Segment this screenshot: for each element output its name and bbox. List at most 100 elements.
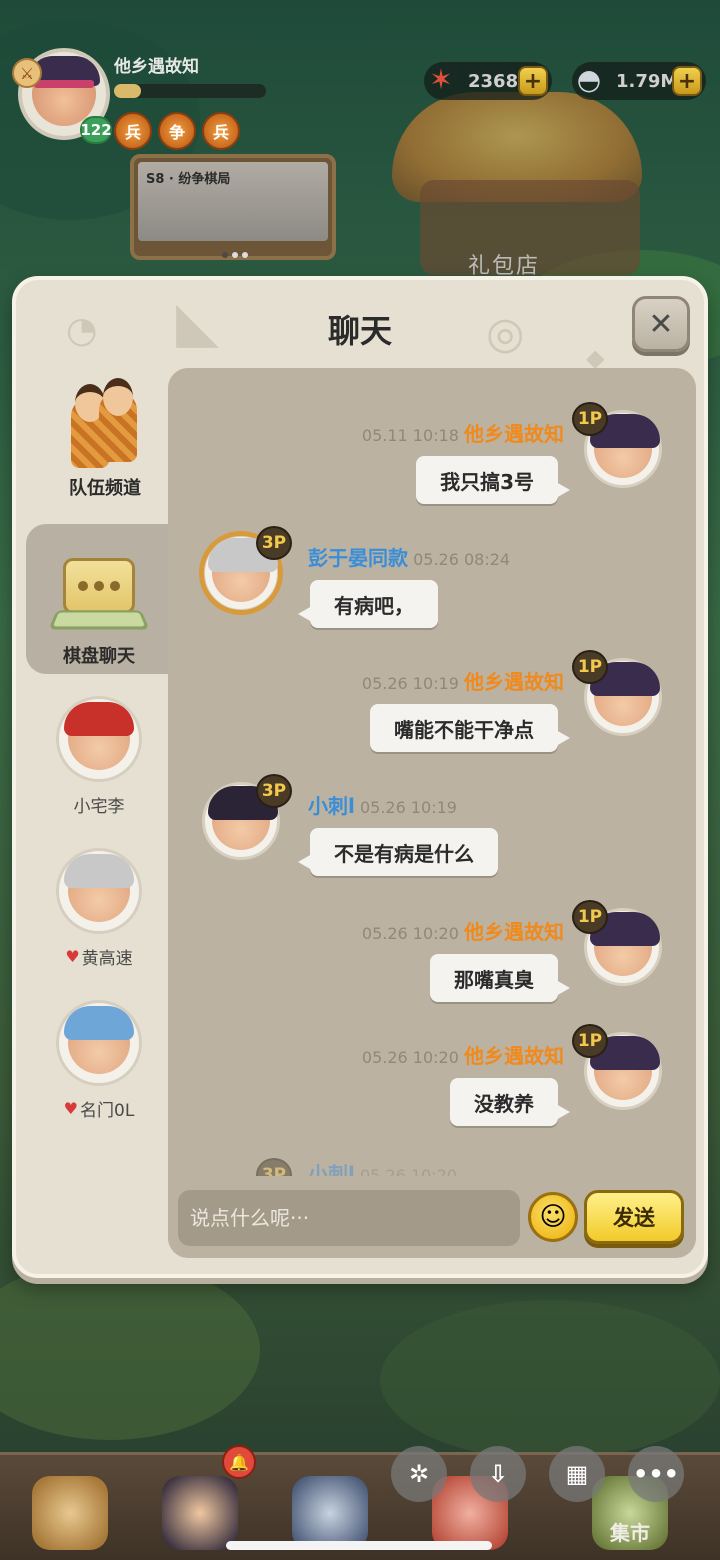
nav-item-creature[interactable]: [20, 1460, 120, 1550]
message-time: 05.26 10:20: [361, 924, 459, 943]
friend-item[interactable]: ♥ 黄高速: [40, 848, 158, 976]
friend-item[interactable]: ♥ 名门0L: [40, 1000, 158, 1128]
heart-icon: ♥: [63, 1099, 79, 1118]
message-meta: 05.26 10:20 他乡遇故知: [362, 916, 564, 945]
friend-face: [64, 1006, 134, 1074]
tab-board-label: 棋盘聊天: [63, 646, 135, 667]
creature-icon: [32, 1476, 108, 1550]
token-badge[interactable]: 争: [158, 112, 196, 150]
sparkle-icon: ✲: [408, 1460, 430, 1488]
message-meta: 小刺l 05.26 10:20: [308, 1158, 457, 1176]
chat-bubble-board-icon: [63, 558, 135, 614]
download-button[interactable]: ⇩: [470, 1446, 526, 1502]
message-time: 05.11 10:18: [361, 426, 459, 445]
market-label: 集市: [610, 1521, 650, 1545]
friend-item[interactable]: 小宅李: [40, 696, 158, 824]
message-row: 05.26 10:19 他乡遇故知 1P 嘴能不能干净点: [168, 650, 696, 782]
message-time: 05.26 08:24: [413, 550, 511, 569]
friend-face: [64, 702, 134, 770]
player-level-badge: 122: [80, 116, 112, 144]
emoji-button[interactable]: ☺: [528, 1192, 578, 1242]
message-meta: 小刺l 05.26 10:19: [308, 790, 457, 819]
tab-board-chat[interactable]: 棋盘聊天: [26, 524, 172, 674]
message-sender: 他乡遇故知: [464, 1044, 564, 1068]
grid-menu-button[interactable]: ▦: [549, 1446, 605, 1502]
rank-badge: 3P: [256, 1158, 292, 1176]
message-meta: 05.26 10:19 他乡遇故知: [362, 666, 564, 695]
friend-face: [64, 854, 134, 922]
message-meta: 05.26 10:20 他乡遇故知: [362, 1040, 564, 1069]
message-row: 05.11 10:18 他乡遇故知 1P 我只搞3号: [168, 402, 696, 534]
friend-label: 小宅李: [74, 792, 125, 817]
carousel-dots: [222, 252, 248, 258]
sword-badge-icon: ⚔: [12, 58, 42, 88]
close-button[interactable]: ✕: [632, 296, 690, 352]
hero-icon: [162, 1476, 238, 1550]
home-indicator[interactable]: [226, 1541, 492, 1550]
sword-icon: [292, 1476, 368, 1550]
person-figure: [99, 378, 137, 462]
token-badge[interactable]: 兵: [202, 112, 240, 150]
message-sender: 他乡遇故知: [464, 670, 564, 694]
friend-label: ♥ 黄高速: [65, 944, 132, 969]
add-shell-button[interactable]: +: [672, 66, 702, 96]
message-row: 3P 小刺l 05.26 10:19 不是有病是什么: [168, 774, 696, 906]
message-bubble: 有病吧，: [298, 580, 438, 628]
message-row: 3P 彭于晏同款 05.26 08:24 有病吧，: [168, 526, 696, 658]
starfish-icon: ✶: [429, 62, 453, 96]
message-time: 05.26 10:19: [361, 674, 459, 693]
rank-badge: 3P: [256, 526, 292, 560]
friend-name: 名门0L: [80, 1101, 135, 1121]
message-sender: 彭于晏同款: [308, 546, 408, 570]
message-bubble: 没教养: [450, 1078, 570, 1126]
friend-name: 小宅李: [73, 797, 125, 817]
message-list[interactable]: 05.11 10:18 他乡遇故知 1P 我只搞3号 3P 彭于晏同款 05.2…: [168, 368, 696, 1258]
chat-input[interactable]: [178, 1190, 520, 1246]
player-name: 他乡遇故知: [114, 57, 199, 77]
carousel-dot: [222, 252, 228, 258]
message-time: 05.26 10:19: [359, 798, 457, 817]
season-card[interactable]: S8 · 纷争棋局: [130, 154, 336, 260]
rank-badge: 3P: [256, 774, 292, 808]
shell-icon: ◓: [576, 62, 602, 96]
friend-avatar: [56, 1000, 142, 1086]
team-people-icon: [65, 378, 145, 468]
season-card-title: S8 · 纷争棋局: [146, 172, 231, 187]
send-button[interactable]: 发送: [584, 1190, 684, 1244]
download-icon: ⇩: [487, 1460, 509, 1488]
shell-currency: ◓ 1.79M +: [572, 62, 706, 100]
friend-avatar: [56, 696, 142, 782]
tab-team-channel[interactable]: 队伍频道: [30, 378, 180, 510]
smiley-icon: ☺: [539, 1202, 567, 1232]
more-dots-icon: •••: [632, 1460, 680, 1488]
bell-icon: 🔔: [222, 1445, 256, 1479]
grid-icon: ▦: [565, 1460, 589, 1488]
message-meta: 彭于晏同款 05.26 08:24: [308, 542, 510, 571]
message-bubble: 不是有病是什么: [298, 828, 498, 876]
star-currency: ✶ 2368 +: [424, 62, 552, 100]
message-sender: 他乡遇故知: [464, 920, 564, 944]
friend-name: 黄高速: [81, 949, 133, 969]
message-row: 05.26 10:20 他乡遇故知 1P 那嘴真臭: [168, 900, 696, 1032]
carousel-dot: [232, 252, 238, 258]
sparkle-button[interactable]: ✲: [391, 1446, 447, 1502]
more-button[interactable]: •••: [628, 1446, 684, 1502]
message-bubble: 那嘴真臭: [430, 954, 570, 1002]
rank-badge: 1P: [572, 1024, 608, 1058]
friend-avatar: [56, 848, 142, 934]
message-sender: 他乡遇故知: [464, 422, 564, 446]
add-star-button[interactable]: +: [518, 66, 548, 96]
board-base-icon: [48, 610, 150, 630]
message-time: 05.26 10:20: [359, 1166, 457, 1176]
chat-input-row: ☺ 发送: [178, 1190, 688, 1246]
partial-message-row: 3P 小刺l 05.26 10:20: [168, 1152, 696, 1176]
carousel-dot: [242, 252, 248, 258]
message-row: 05.26 10:20 他乡遇故知 1P 没教养: [168, 1024, 696, 1156]
token-badge[interactable]: 兵: [114, 112, 152, 150]
season-card-image: S8 · 纷争棋局: [138, 162, 328, 242]
tab-team-label: 队伍频道: [69, 478, 141, 499]
rank-badge: 1P: [572, 650, 608, 684]
nav-item-battle[interactable]: [280, 1460, 380, 1550]
heart-icon: ♥: [65, 947, 80, 966]
message-bubble: 我只搞3号: [416, 456, 570, 504]
